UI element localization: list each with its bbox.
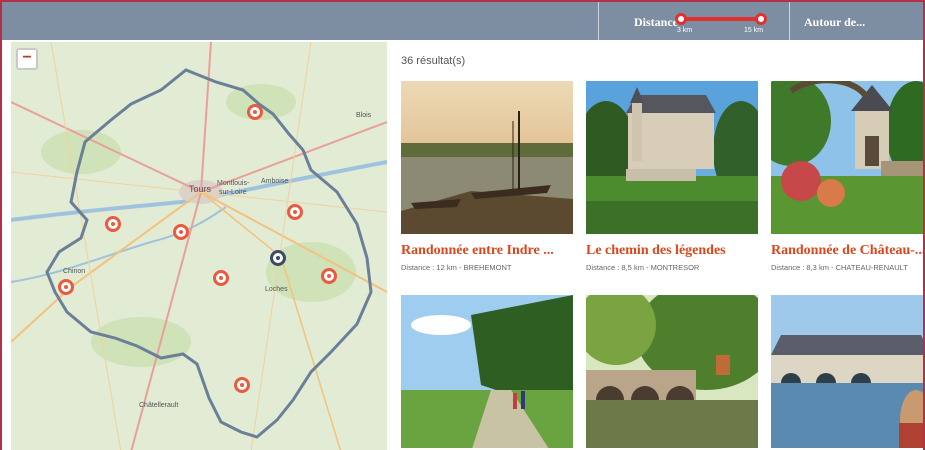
result-card-meta: Distance : 8,3 km - CHATEAU-RENAULT xyxy=(771,263,908,272)
filter-divider xyxy=(598,2,599,40)
map-tiles xyxy=(11,42,387,450)
map-marker[interactable] xyxy=(247,104,263,120)
map-marker[interactable] xyxy=(105,216,121,232)
result-card-title[interactable]: Le chemin des légendes xyxy=(586,243,758,259)
map-label-montlouis-2: sur-Loire xyxy=(219,189,247,196)
distance-slider-min-handle[interactable] xyxy=(675,13,687,25)
result-card[interactable]: Randonnée entre Indre ... Distance : 12 … xyxy=(401,81,573,272)
map-marker[interactable] xyxy=(173,224,189,240)
map-marker-selected[interactable] xyxy=(270,250,286,266)
result-card-image[interactable] xyxy=(401,81,573,234)
map-label-montlouis: Montlouis- xyxy=(217,180,250,187)
result-card-title[interactable]: Randonnée entre Indre ... xyxy=(401,243,573,259)
map-label-chinon: Chinon xyxy=(63,268,86,275)
map-marker[interactable] xyxy=(321,268,337,284)
map-label-loches: Loches xyxy=(265,286,288,293)
map-label-amboise: Amboise xyxy=(261,178,289,185)
distance-filter-label: Distance xyxy=(634,15,678,29)
result-card[interactable]: Le chemin des légendes Distance : 8,5 km… xyxy=(586,81,758,272)
distance-slider-track[interactable] xyxy=(681,17,761,21)
result-card[interactable] xyxy=(771,295,923,450)
filter-bar: Distance 3 km 15 km Autour de... xyxy=(2,2,923,40)
map-marker[interactable] xyxy=(58,279,74,295)
map-marker[interactable] xyxy=(287,204,303,220)
around-location-filter[interactable]: Autour de... xyxy=(804,15,865,30)
result-card-title[interactable]: Randonnée de Château-... xyxy=(771,243,923,259)
result-card-image[interactable] xyxy=(586,81,758,234)
map-label-chatellerault: Châtellerault xyxy=(139,402,179,409)
map-label-tours: Tours xyxy=(189,184,212,194)
result-card-image[interactable] xyxy=(401,295,573,448)
map-marker[interactable] xyxy=(234,377,250,393)
result-card-meta: Distance : 8,5 km - MONTRESOR xyxy=(586,263,700,272)
map-label-blois: Blois xyxy=(356,112,372,119)
result-card-image[interactable] xyxy=(771,295,923,448)
distance-max-value: 15 km xyxy=(744,27,764,34)
result-card[interactable] xyxy=(586,295,758,450)
result-card-image[interactable] xyxy=(771,81,923,234)
map-marker[interactable] xyxy=(213,270,229,286)
distance-min-value: 3 km xyxy=(677,27,693,34)
filter-divider xyxy=(789,2,790,40)
result-card[interactable] xyxy=(401,295,573,450)
result-card-meta: Distance : 12 km - BREHEMONT xyxy=(401,263,512,272)
result-card-image[interactable] xyxy=(586,295,758,448)
zoom-out-button[interactable]: − xyxy=(16,48,38,70)
distance-slider-max-handle[interactable] xyxy=(755,13,767,25)
map[interactable]: − Blois Tours Montlouis- sur-Loire Amboi… xyxy=(11,42,387,450)
results-count: 36 résultat(s) xyxy=(401,55,466,67)
result-card[interactable]: Randonnée de Château-... Distance : 8,3 … xyxy=(771,81,923,272)
page-frame: Distance 3 km 15 km Autour de... − Blois… xyxy=(0,0,925,450)
